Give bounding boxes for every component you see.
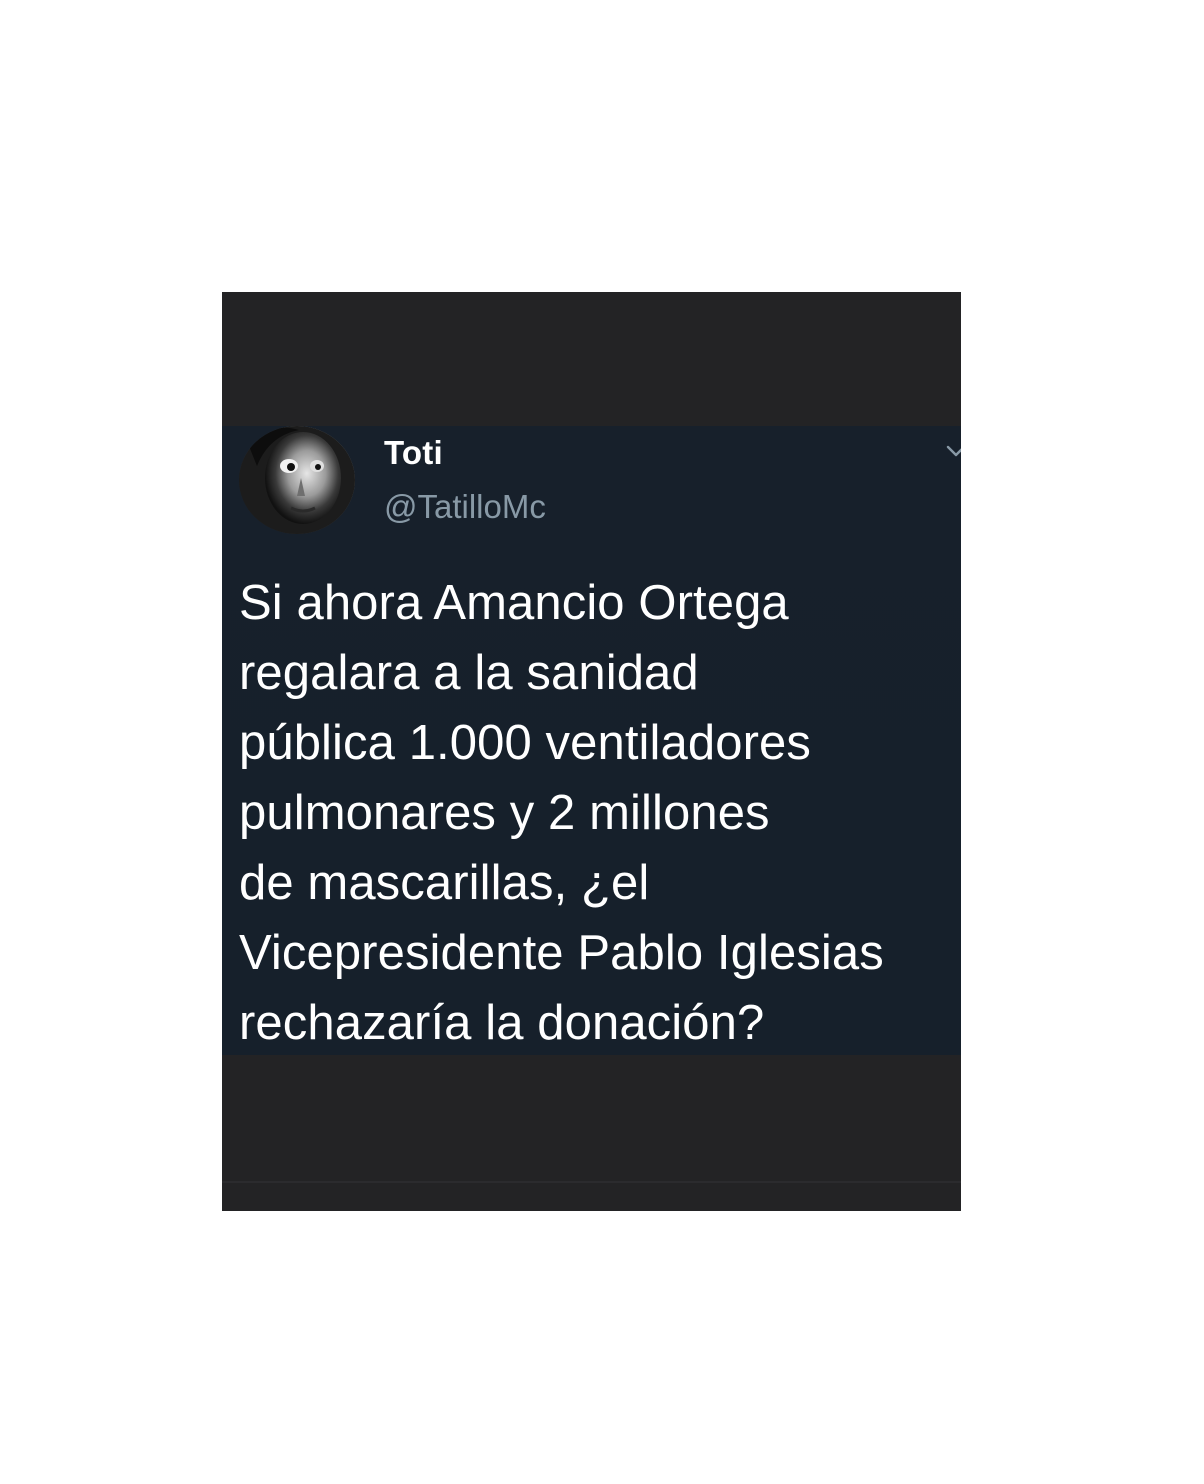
avatar-image	[239, 426, 355, 534]
bottom-divider	[222, 1181, 961, 1183]
avatar[interactable]	[239, 426, 355, 534]
screenshot-frame: Toti @TatilloMc Si ahora Amancio Ortega …	[222, 292, 961, 1211]
tweet-text: Si ahora Amancio Ortega regalara a la sa…	[239, 576, 884, 1050]
tweet-card[interactable]: Toti @TatilloMc Si ahora Amancio Ortega …	[222, 426, 961, 1055]
display-name[interactable]: Toti	[384, 434, 443, 472]
user-handle[interactable]: @TatilloMc	[384, 488, 546, 526]
chevron-down-icon[interactable]	[945, 440, 961, 462]
